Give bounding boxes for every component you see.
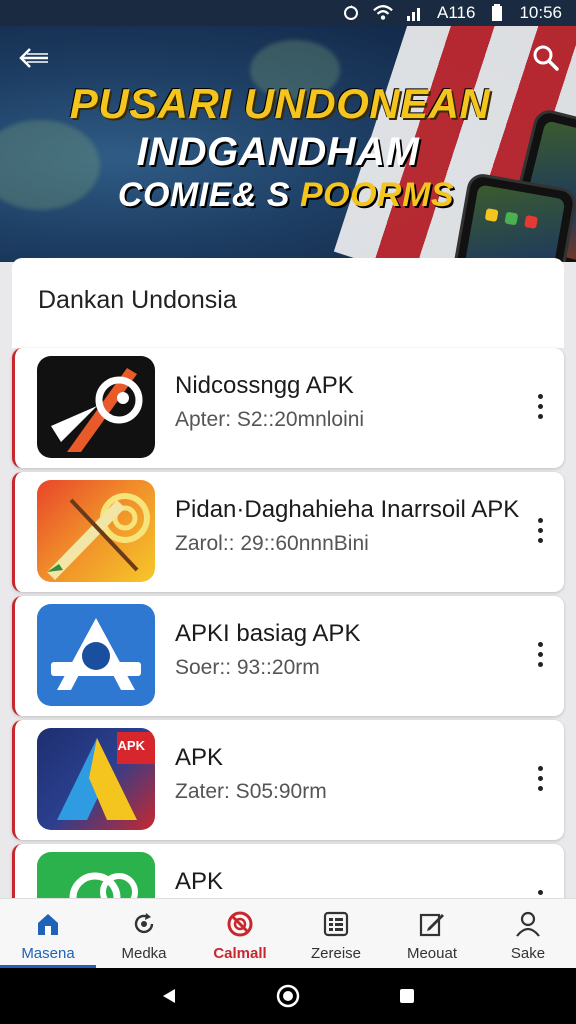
more-options-button[interactable] (530, 758, 550, 798)
status-bar: A116 10:56 (0, 0, 576, 26)
bottom-navigation: Masena Medka Calmall Zereise Meouat Sake (0, 898, 576, 968)
app-name: Pidan·Daghahieha Inarrsoil APK (175, 496, 520, 523)
app-name: APKI basiag APK (175, 620, 361, 647)
hero-banner: PUSARI UNDONEAN INDGANDHAM COMIE& S POOR… (0, 0, 576, 262)
section-title: Dankan Undonsia (38, 286, 237, 314)
nav-label: Calmall (213, 945, 267, 962)
app-list-item[interactable]: APK APK Zater: S05:90rm (12, 720, 564, 840)
edit-icon (417, 909, 447, 939)
hero-title-line2: INDGANDHAM (136, 130, 420, 174)
back-arrow-icon (19, 48, 48, 68)
app-list-item[interactable]: Pidan·Daghahieha Inarrsoil APK Zarol:: 2… (12, 472, 564, 592)
nav-item-zereise[interactable]: Zereise (288, 899, 384, 968)
app-meta: Apter: S2::20mnloini (175, 408, 365, 431)
circle-home-icon (276, 984, 300, 1008)
app-meta: Zater: S05:90rm (175, 780, 327, 803)
app-icon (37, 480, 155, 582)
app-meta: Soer:: 93::20rm (175, 656, 320, 679)
system-navigation-bar (0, 968, 576, 1024)
system-back-button[interactable] (149, 976, 189, 1016)
battery-icon (487, 3, 507, 23)
more-options-button[interactable] (530, 386, 550, 426)
nav-item-medka[interactable]: Medka (96, 899, 192, 968)
nav-label: Sake (510, 945, 546, 962)
square-recents-icon (399, 989, 414, 1003)
signal-icon (405, 3, 425, 23)
clock: 10:56 (519, 3, 562, 22)
sync-icon (341, 3, 361, 23)
nav-label: Masena (21, 945, 75, 962)
nav-label: Zereise (310, 945, 362, 962)
system-home-button[interactable] (268, 976, 308, 1016)
app-icon (37, 604, 155, 706)
hero-title-line3-b: POORMS (299, 176, 455, 214)
search-icon (533, 45, 559, 71)
app-icon: APK (37, 728, 155, 830)
wifi-icon (373, 3, 393, 23)
nav-label: Medka (121, 945, 167, 962)
system-recents-button[interactable] (387, 976, 427, 1016)
target-icon (225, 909, 255, 939)
nav-label: Meouat (406, 945, 458, 962)
app-icon-badge: APK (117, 738, 145, 753)
hero-title-line3: COMIE& S POORMS (0, 176, 574, 215)
app-screen: PUSARI UNDONEAN INDGANDHAM COMIE& S POOR… (0, 0, 576, 1024)
app-meta: Zarol:: 29::60nnnBini (175, 532, 369, 555)
hero-title-line3-a: COMIE& S (117, 176, 300, 214)
app-list-item[interactable]: Nidcossngg APK Apter: S2::20mnloini (12, 348, 564, 468)
more-options-button[interactable] (530, 510, 550, 550)
more-options-button[interactable] (530, 634, 550, 674)
nav-item-sake[interactable]: Sake (480, 899, 576, 968)
hero-title-line1: PUSARI UNDONEAN (69, 80, 491, 127)
person-icon (513, 909, 543, 939)
app-name: Nidcossngg APK (175, 372, 354, 399)
back-button[interactable] (16, 40, 52, 76)
home-icon (33, 909, 63, 939)
nav-item-home[interactable]: Masena (0, 899, 96, 968)
refresh-icon (129, 909, 159, 939)
list-icon (321, 909, 351, 939)
app-name: APK (175, 868, 224, 895)
triangle-back-icon (163, 989, 176, 1003)
app-name: APK (175, 744, 224, 771)
nav-item-calmall[interactable]: Calmall (192, 899, 288, 968)
search-button[interactable] (528, 40, 564, 76)
nav-item-meouat[interactable]: Meouat (384, 899, 480, 968)
app-list-item[interactable]: APKI basiag APK Soer:: 93::20rm (12, 596, 564, 716)
app-icon (37, 356, 155, 458)
signal-text: A116 (437, 3, 476, 22)
